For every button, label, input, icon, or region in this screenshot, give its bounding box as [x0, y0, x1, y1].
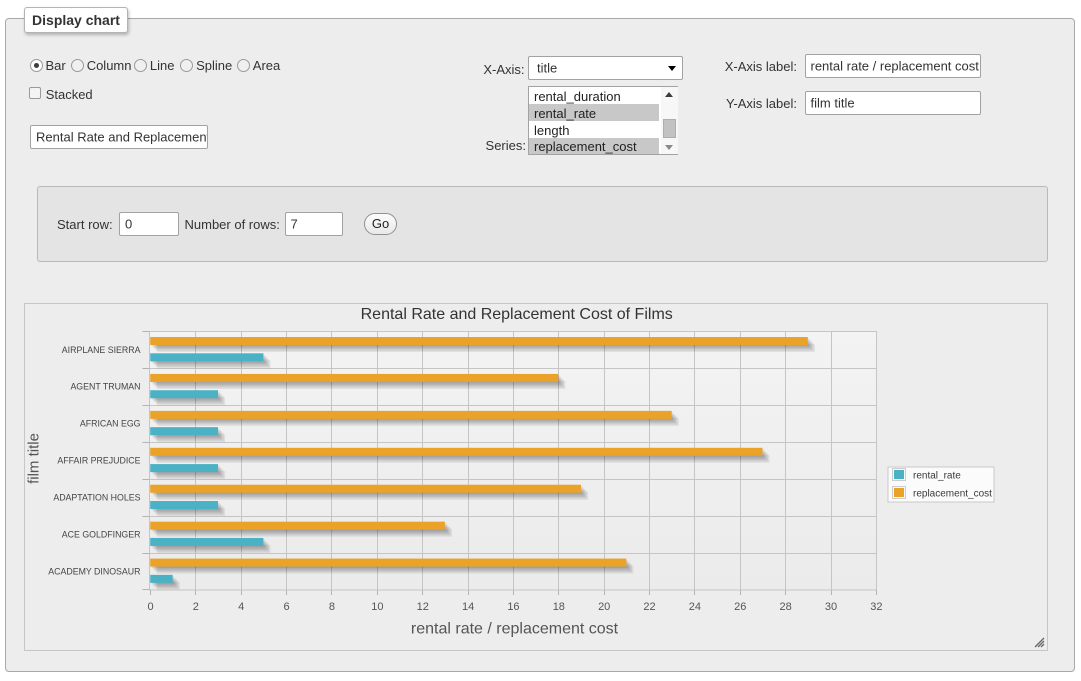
svg-text:2: 2	[193, 601, 199, 613]
svg-text:10: 10	[371, 601, 383, 613]
svg-text:AIRPLANE SIERRA: AIRPLANE SIERRA	[62, 345, 141, 355]
svg-text:6: 6	[284, 601, 290, 613]
svg-text:24: 24	[689, 601, 701, 613]
svg-text:30: 30	[825, 601, 837, 613]
svg-text:28: 28	[780, 601, 792, 613]
svg-text:ADAPTATION HOLES: ADAPTATION HOLES	[53, 493, 140, 503]
svg-text:8: 8	[329, 601, 335, 613]
svg-text:4: 4	[238, 601, 244, 613]
svg-text:16: 16	[507, 601, 519, 613]
svg-text:32: 32	[870, 601, 882, 613]
svg-text:replacement_cost: replacement_cost	[913, 489, 992, 500]
svg-text:18: 18	[553, 601, 565, 613]
svg-text:22: 22	[643, 601, 655, 613]
svg-text:AFFAIR PREJUDICE: AFFAIR PREJUDICE	[57, 456, 140, 466]
svg-text:AGENT TRUMAN: AGENT TRUMAN	[70, 382, 140, 392]
svg-text:AFRICAN EGG: AFRICAN EGG	[80, 419, 141, 429]
svg-text:Rental Rate and Replacement Co: Rental Rate and Replacement Cost of Film…	[361, 306, 673, 323]
svg-text:rental rate / replacement cost: rental rate / replacement cost	[411, 621, 619, 638]
svg-text:12: 12	[417, 601, 429, 613]
svg-text:26: 26	[734, 601, 746, 613]
svg-text:ACADEMY DINOSAUR: ACADEMY DINOSAUR	[48, 566, 140, 576]
svg-text:film title: film title	[26, 433, 43, 484]
svg-text:rental_rate: rental_rate	[913, 471, 961, 482]
svg-text:14: 14	[462, 601, 474, 613]
svg-text:ACE GOLDFINGER: ACE GOLDFINGER	[62, 529, 141, 539]
svg-text:20: 20	[598, 601, 610, 613]
svg-text:0: 0	[147, 601, 153, 613]
